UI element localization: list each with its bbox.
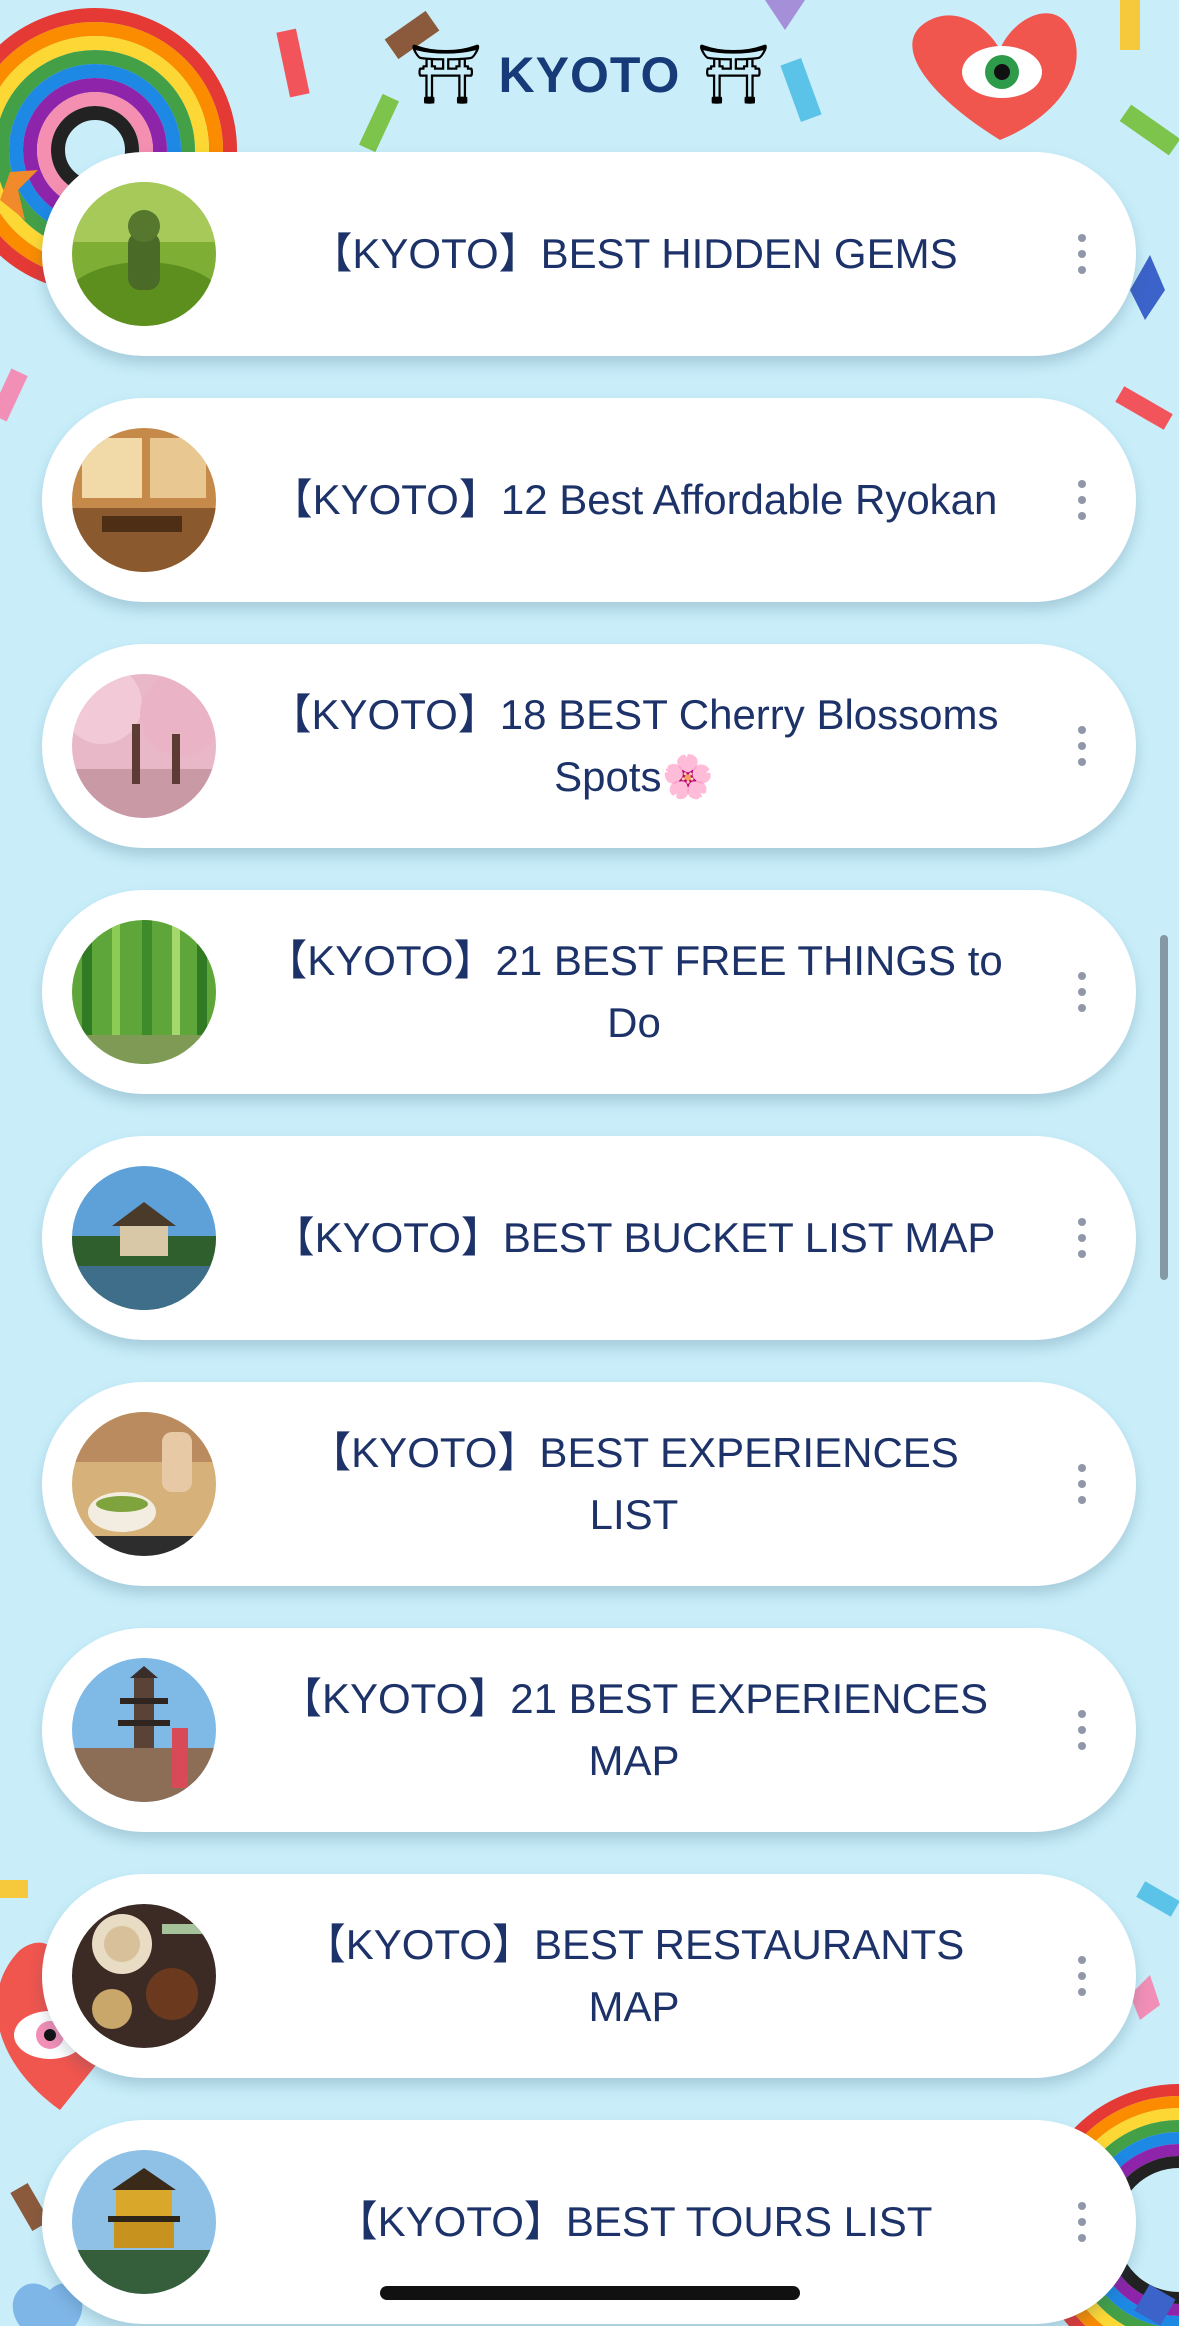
link-card-cherry-blossoms[interactable]: 【KYOTO】18 BEST Cherry Blossoms Spots🌸 — [42, 644, 1136, 848]
ryokan-room-thumbnail — [72, 428, 216, 572]
link-card-experiences-list[interactable]: 【KYOTO】BEST EXPERIENCES LIST — [42, 1382, 1136, 1586]
scrollbar[interactable] — [1160, 935, 1168, 1280]
more-vertical-icon[interactable] — [1072, 726, 1092, 766]
more-vertical-icon[interactable] — [1072, 1956, 1092, 1996]
cherry-blossom-thumbnail — [72, 674, 216, 818]
link-card-affordable-ryokan[interactable]: 【KYOTO】12 Best Affordable Ryokan — [42, 398, 1136, 602]
more-vertical-icon[interactable] — [1072, 972, 1092, 1012]
bamboo-forest-thumbnail — [72, 920, 216, 1064]
more-vertical-icon[interactable] — [1072, 1464, 1092, 1504]
more-vertical-icon[interactable] — [1072, 2202, 1092, 2242]
link-card-hidden-gems[interactable]: 【KYOTO】BEST HIDDEN GEMS — [42, 152, 1136, 356]
link-label: 【KYOTO】12 Best Affordable Ryokan — [270, 476, 998, 523]
link-card-experiences-map[interactable]: 【KYOTO】21 BEST EXPERIENCES MAP — [42, 1628, 1136, 1832]
page-header: ⛩ KYOTO ⛩ — [0, 30, 1179, 120]
page-title: KYOTO — [498, 47, 681, 103]
pagoda-street-thumbnail — [72, 1658, 216, 1802]
japanese-food-thumbnail — [72, 1904, 216, 2048]
more-vertical-icon[interactable] — [1072, 480, 1092, 520]
more-vertical-icon[interactable] — [1072, 234, 1092, 274]
link-label: 【KYOTO】BEST HIDDEN GEMS — [310, 230, 958, 277]
temple-pond-thumbnail — [72, 1166, 216, 1310]
moss-statue-thumbnail — [72, 182, 216, 326]
torii-gate-icon: ⛩ — [408, 42, 483, 107]
torii-gate-icon: ⛩ — [696, 42, 771, 107]
link-card-restaurants-map[interactable]: 【KYOTO】BEST RESTAURANTS MAP — [42, 1874, 1136, 2078]
link-label: 【KYOTO】BEST RESTAURANTS MAP — [303, 1921, 965, 2030]
link-label: 【KYOTO】BEST BUCKET LIST MAP — [272, 1214, 996, 1261]
link-label: 【KYOTO】BEST EXPERIENCES LIST — [309, 1429, 959, 1538]
link-label: 【KYOTO】18 BEST Cherry Blossoms Spots🌸 — [269, 691, 999, 800]
more-vertical-icon[interactable] — [1072, 1710, 1092, 1750]
matcha-tea-thumbnail — [72, 1412, 216, 1556]
link-card-free-things[interactable]: 【KYOTO】21 BEST FREE THINGS to Do — [42, 890, 1136, 1094]
link-card-bucket-list-map[interactable]: 【KYOTO】BEST BUCKET LIST MAP — [42, 1136, 1136, 1340]
golden-pavilion-thumbnail — [72, 2150, 216, 2294]
link-label: 【KYOTO】21 BEST EXPERIENCES MAP — [279, 1675, 988, 1784]
link-label: 【KYOTO】21 BEST FREE THINGS to Do — [265, 937, 1003, 1046]
more-vertical-icon[interactable] — [1072, 1218, 1092, 1258]
home-indicator[interactable] — [380, 2286, 800, 2300]
